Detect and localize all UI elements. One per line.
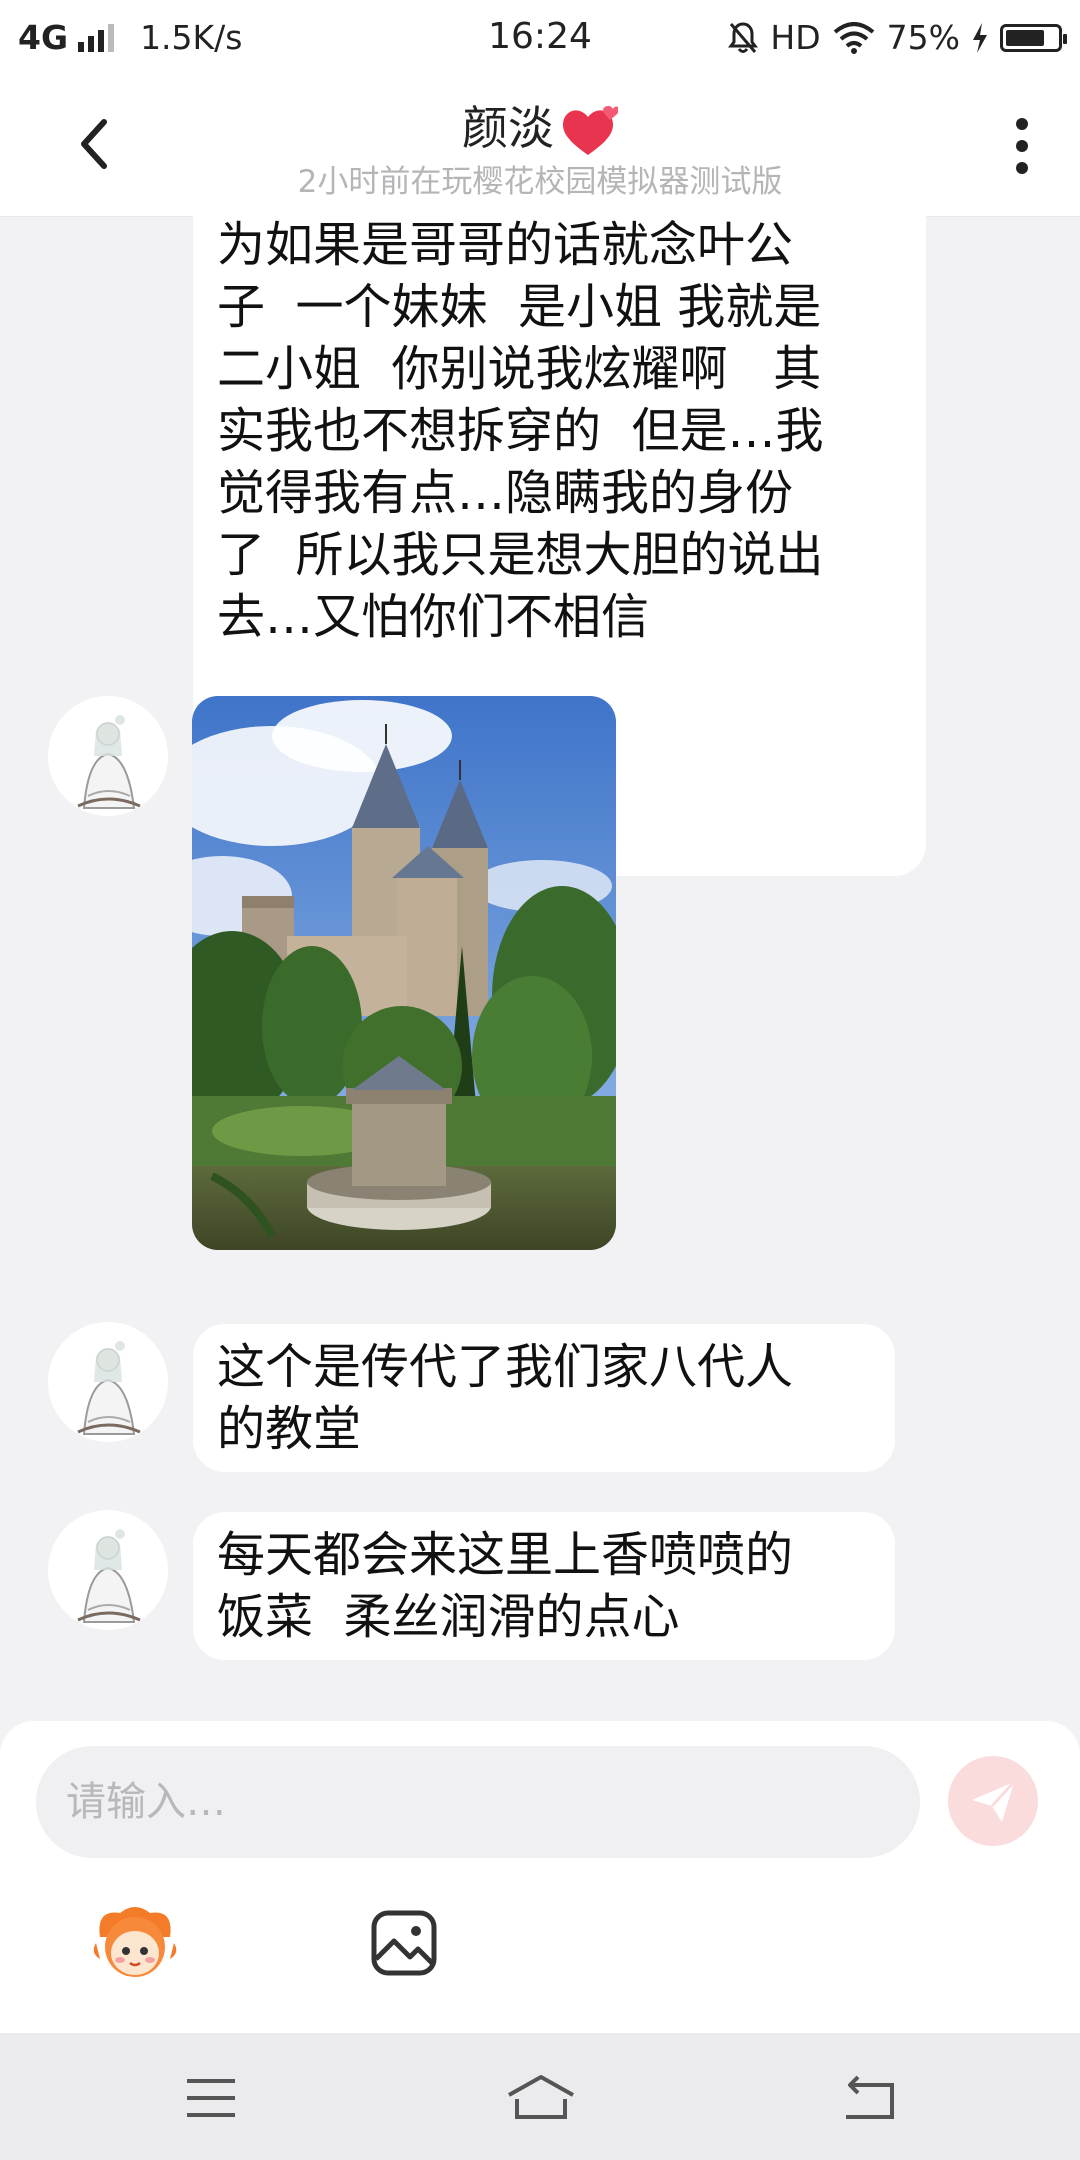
mascot-emoji-icon[interactable]	[90, 1903, 180, 1979]
more-vert-icon[interactable]	[1014, 116, 1030, 176]
avatar[interactable]	[48, 696, 168, 816]
chat-header: 颜淡 2小时前在玩樱花校园模拟器测试版	[0, 76, 1080, 217]
battery-fill	[1006, 29, 1044, 46]
mute-bell-icon	[728, 21, 759, 53]
battery-percent: 75%	[886, 18, 960, 57]
image-icon[interactable]	[370, 1909, 438, 1977]
send-button[interactable]	[948, 1756, 1038, 1846]
status-right: HD 75%	[728, 18, 1067, 57]
message-list[interactable]: 为如果是哥哥的话就念叶公 子 一个妹妹 是小姐 我就是 二小姐 你别说我炫耀啊 …	[0, 216, 1080, 1721]
battery-icon	[1000, 23, 1067, 52]
send-icon	[972, 1780, 1016, 1822]
system-nav-bar	[0, 2033, 1080, 2160]
home-icon[interactable]	[505, 2073, 577, 2121]
castle-photo[interactable]	[192, 696, 616, 1250]
contact-name: 颜淡	[462, 101, 554, 155]
contact-status: 2小时前在玩樱花校园模拟器测试版	[297, 164, 783, 200]
menu-icon[interactable]	[185, 2077, 237, 2119]
contact-name-row: 颜淡	[0, 92, 1080, 161]
message-input[interactable]: 请输入…	[36, 1746, 920, 1858]
heart-icon	[563, 105, 618, 155]
status-bar: 4G 1.5K/s 16:24 HD 75%	[0, 0, 1080, 76]
avatar[interactable]	[48, 1510, 168, 1630]
wifi-icon	[833, 21, 874, 54]
back-nav-icon[interactable]	[842, 2075, 898, 2121]
avatar[interactable]	[48, 1322, 168, 1442]
charging-icon	[973, 22, 987, 53]
message-bubble: 这个是传代了我们家八代人 的教堂	[193, 1324, 895, 1472]
input-panel: 请输入…	[0, 1721, 1080, 2033]
hd-indicator: HD	[770, 18, 821, 57]
message-bubble: 每天都会来这里上香喷喷的 饭菜 柔丝润滑的点心	[193, 1512, 895, 1660]
